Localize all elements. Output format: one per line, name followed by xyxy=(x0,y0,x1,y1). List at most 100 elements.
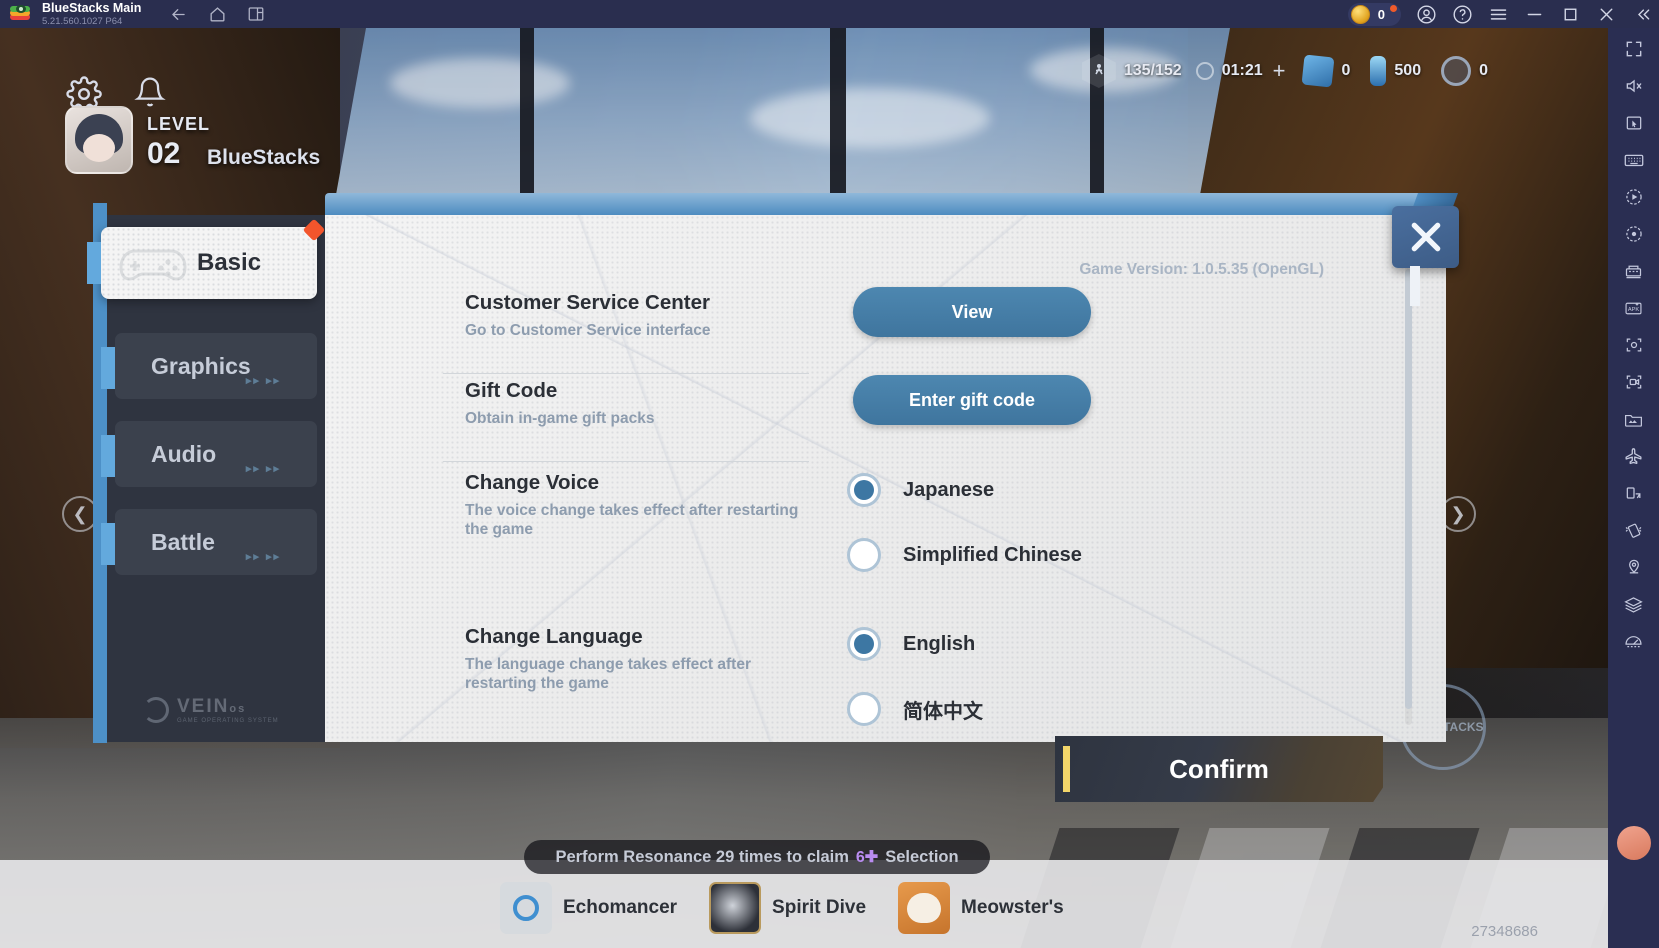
help-icon[interactable] xyxy=(1451,3,1473,25)
tab-label: Battle xyxy=(151,528,215,555)
collapse-icon[interactable] xyxy=(1631,3,1653,25)
nav-item-spirit-dive[interactable]: Spirit Dive xyxy=(709,882,866,934)
tab-arrows-icon: ▸▸ ▸▸ xyxy=(245,375,281,387)
tab-list: Basic Graphics ▸▸ ▸▸ Audio ▸▸ ▸▸ Battle … xyxy=(87,215,326,597)
language-option-english[interactable]: English xyxy=(847,627,975,661)
add-stamina-icon[interactable]: + xyxy=(1273,58,1286,84)
meowster-icon xyxy=(898,882,951,934)
points-value: 0 xyxy=(1377,6,1385,22)
scrollbar-thumb[interactable] xyxy=(1405,269,1412,709)
voice-option-simplified-chinese[interactable]: Simplified Chinese xyxy=(847,538,1082,572)
nav-item-meowsters[interactable]: Meowster's xyxy=(898,882,1064,934)
game-hud-top: 135/152 01:21 + 0 500 0 xyxy=(1081,54,1488,88)
bluestacks-assistant-icon[interactable] xyxy=(1617,826,1651,860)
spirit-dive-icon xyxy=(709,882,762,934)
airplane-mode-icon[interactable] xyxy=(1621,443,1647,469)
radio-label: Japanese xyxy=(903,478,995,501)
close-icon[interactable] xyxy=(1595,3,1617,25)
voice-option-japanese[interactable]: Japanese xyxy=(847,473,994,507)
tab-accent xyxy=(101,523,115,565)
tab-battle[interactable]: Battle ▸▸ ▸▸ xyxy=(101,509,317,575)
screen-record-icon[interactable] xyxy=(1621,369,1647,395)
tab-basic[interactable]: Basic xyxy=(87,218,326,299)
setting-row-change-voice: Change Voice The voice change takes effe… xyxy=(325,471,1446,572)
setting-row-gift-code: Gift Code Obtain in-game gift packs Ente… xyxy=(325,375,1446,428)
shake-icon[interactable] xyxy=(1621,517,1647,543)
multi-instance-icon[interactable] xyxy=(247,5,265,23)
row-divider xyxy=(443,461,809,462)
clock-icon xyxy=(1195,62,1214,80)
language-option-simplified-chinese[interactable]: 简体中文 xyxy=(847,692,983,726)
level-value: 02 xyxy=(147,137,181,170)
dialog-header-bar xyxy=(325,193,1446,215)
user-id-watermark: 27348686 xyxy=(1471,923,1538,940)
record-macro-icon[interactable] xyxy=(1621,221,1647,247)
points-pill[interactable]: 0 xyxy=(1347,2,1401,26)
setting-row-customer-service: Customer Service Center Go to Customer S… xyxy=(325,287,1446,340)
dialog-tab-rail: Basic Graphics ▸▸ ▸▸ Audio ▸▸ ▸▸ Battle … xyxy=(87,215,326,742)
tab-graphics[interactable]: Graphics ▸▸ ▸▸ xyxy=(101,333,317,399)
close-dialog-button[interactable] xyxy=(1392,206,1459,306)
titlebar: BlueStacks Main 5.21.560.1027 P64 0 xyxy=(0,0,1659,28)
tab-arrows-icon: ▸▸ ▸▸ xyxy=(245,551,281,563)
tab-accent xyxy=(101,435,115,477)
maximize-icon[interactable] xyxy=(1559,3,1581,25)
currency-2-value: 500 xyxy=(1394,62,1422,79)
layers-icon[interactable] xyxy=(1621,591,1647,617)
install-apk-icon[interactable]: APK xyxy=(1621,295,1647,321)
player-card[interactable]: LEVEL 02 xyxy=(65,106,210,174)
nav-label: Spirit Dive xyxy=(772,897,867,918)
location-icon[interactable] xyxy=(1621,554,1647,580)
radio-icon[interactable] xyxy=(847,627,881,661)
multi-instance-manager-icon[interactable] xyxy=(1621,258,1647,284)
cursor-icon[interactable] xyxy=(1621,110,1647,136)
radio-icon[interactable] xyxy=(847,692,881,726)
veinos-mark-icon xyxy=(143,697,169,723)
currency-2-chip: 500 xyxy=(1370,56,1421,86)
row-desc: Obtain in-game gift packs xyxy=(465,410,655,427)
tab-label: Graphics xyxy=(151,352,251,379)
stamina-icon xyxy=(1081,54,1116,88)
dialog-scrollbar[interactable] xyxy=(1405,233,1412,725)
radio-icon[interactable] xyxy=(847,473,881,507)
stamina-chip[interactable]: 135/152 xyxy=(1081,54,1182,88)
currency-3-chip: 0 xyxy=(1441,56,1488,86)
menu-icon[interactable] xyxy=(1487,3,1509,25)
macro-play-icon[interactable] xyxy=(1621,184,1647,210)
gamepad-icon xyxy=(115,239,191,292)
player-nickname: BlueStacks xyxy=(207,146,321,169)
eco-mode-icon[interactable] xyxy=(1621,628,1647,654)
enter-gift-code-button[interactable]: Enter gift code xyxy=(853,375,1091,425)
echomancer-icon xyxy=(500,882,552,934)
currency-3-value: 0 xyxy=(1479,62,1488,79)
confirm-button[interactable]: Confirm xyxy=(1055,736,1383,802)
rotate-screen-icon[interactable] xyxy=(1621,480,1647,506)
screenshot-icon[interactable] xyxy=(1621,332,1647,358)
game-version-label: Game Version: 1.0.5.35 (OpenGL) xyxy=(1079,261,1324,278)
fullscreen-icon[interactable] xyxy=(1621,36,1647,62)
media-manager-icon[interactable] xyxy=(1621,406,1647,432)
tab-label: Audio xyxy=(151,440,217,467)
stamina-value: 135/152 xyxy=(1123,62,1182,79)
resonance-prefix: Perform Resonance 29 times to claim xyxy=(555,847,849,866)
tab-audio[interactable]: Audio ▸▸ ▸▸ xyxy=(101,421,317,487)
mute-icon[interactable] xyxy=(1621,73,1647,99)
account-icon[interactable] xyxy=(1415,3,1437,25)
resonance-suffix: Selection xyxy=(885,847,959,866)
back-arrow-icon[interactable] xyxy=(169,5,188,24)
bluestacks-logo-icon xyxy=(10,4,30,24)
nav-item-echomancer[interactable]: Echomancer xyxy=(500,882,677,934)
radio-label: 简体中文 xyxy=(903,700,983,723)
svg-text:APK: APK xyxy=(1628,307,1640,313)
radio-icon[interactable] xyxy=(847,538,881,572)
view-button[interactable]: View xyxy=(853,287,1091,337)
home-icon[interactable] xyxy=(208,5,227,24)
level-label: LEVEL xyxy=(147,114,211,134)
instance-name: BlueStacks Main xyxy=(42,1,142,15)
keyboard-icon[interactable] xyxy=(1621,147,1647,173)
points-notification-dot xyxy=(1390,4,1397,12)
veinos-name: VEIN xyxy=(177,696,230,717)
minimize-icon[interactable] xyxy=(1523,3,1545,25)
game-viewport[interactable]: 135/152 01:21 + 0 500 0 LEVEL 02 BlueSta… xyxy=(0,28,1608,948)
avatar[interactable] xyxy=(65,106,133,174)
